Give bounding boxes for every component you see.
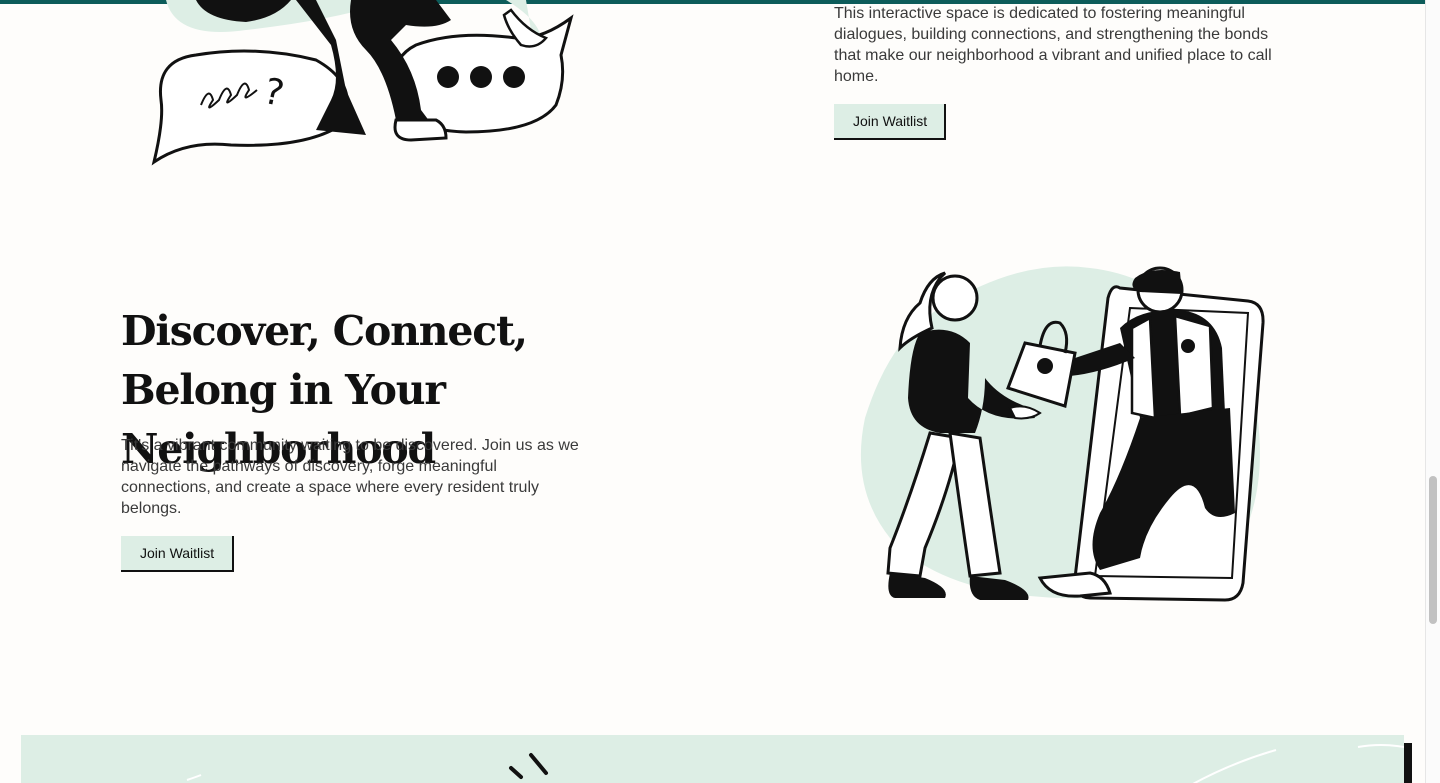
banner-decoration-icon xyxy=(186,744,1405,783)
scrollbar-track[interactable] xyxy=(1425,0,1440,783)
banner-shadow-edge xyxy=(1404,743,1412,783)
delivery-handoff-illustration xyxy=(860,266,1265,602)
bottom-banner xyxy=(21,735,1405,783)
discover-paragraph: Tit's a vibrant community waiting to be … xyxy=(121,437,579,517)
scrollbar-thumb[interactable] xyxy=(1429,476,1437,624)
speech-bubbles-illustration: ? xyxy=(151,0,574,166)
intro-paragraph: This interactive space is dedicated to f… xyxy=(834,5,1272,85)
join-waitlist-button[interactable]: Join Waitlist xyxy=(834,104,946,140)
join-waitlist-button-secondary[interactable]: Join Waitlist xyxy=(121,536,234,572)
